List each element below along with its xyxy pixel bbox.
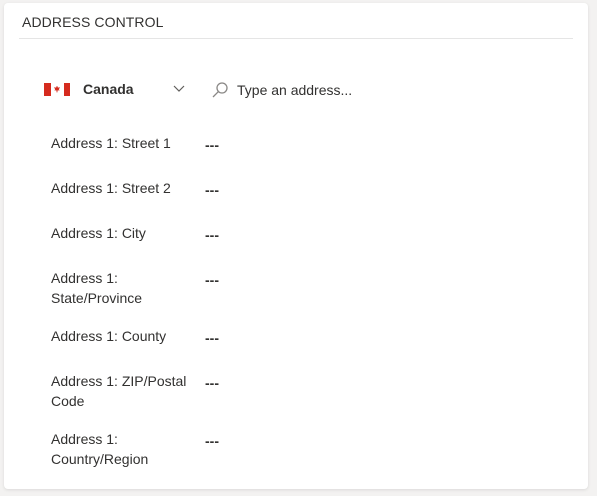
section-title: ADDRESS CONTROL [22, 14, 164, 30]
field-value[interactable]: --- [205, 137, 219, 153]
field-value[interactable]: --- [205, 272, 219, 288]
address-control-card: ADDRESS CONTROL Canada Address 1: Street… [4, 3, 588, 489]
field-label: Address 1: State/Province [51, 270, 143, 306]
search-icon [212, 82, 228, 98]
address-search-box[interactable] [211, 78, 511, 102]
section-divider [19, 38, 573, 39]
field-label: Address 1: ZIP/Postal Code [51, 373, 187, 409]
field-value[interactable]: --- [205, 433, 219, 449]
field-label: Address 1: Country/Region [51, 431, 149, 467]
field-label: Address 1: Street 2 [51, 180, 171, 196]
field-value[interactable]: --- [205, 375, 219, 391]
country-picker[interactable]: Canada [44, 76, 194, 102]
country-name: Canada [83, 81, 134, 97]
field-value[interactable]: --- [205, 182, 219, 198]
field-value[interactable]: --- [205, 330, 219, 346]
field-label: Address 1: City [51, 225, 146, 241]
chevron-down-icon[interactable] [172, 81, 186, 95]
field-label: Address 1: Street 1 [51, 135, 171, 151]
canada-flag-icon [44, 82, 70, 96]
address-search-input[interactable] [237, 82, 497, 98]
field-value[interactable]: --- [205, 227, 219, 243]
field-label: Address 1: County [51, 328, 167, 344]
